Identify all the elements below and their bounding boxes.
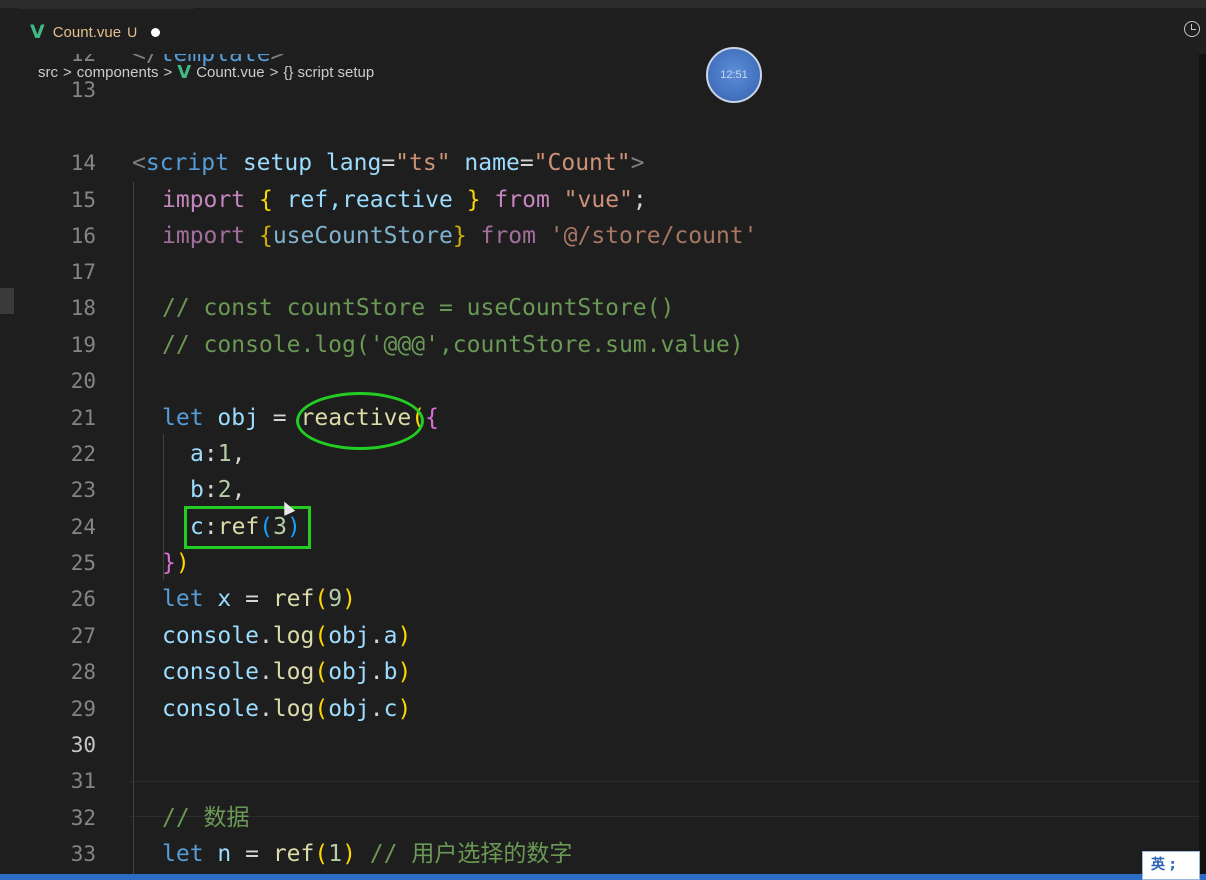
code-text: }) — [162, 550, 190, 576]
code-line: 32 // 数据 — [0, 800, 1199, 836]
code-line-active: 30 — [0, 727, 1199, 763]
code-line: 14 <script setup lang="ts" name="Count"> — [0, 145, 1199, 181]
line-number: 23 — [70, 478, 96, 502]
code-text: <script setup lang="ts" name="Count"> — [132, 150, 645, 176]
breadcrumb-file[interactable]: Count.vue — [196, 64, 264, 81]
code-line: 27 console.log(obj.a) — [0, 618, 1199, 654]
code-line: 33 let n = ref(1) // 用户选择的数字 — [0, 836, 1199, 872]
code-text: console.log(obj.b) — [162, 659, 412, 685]
line-number: 31 — [70, 769, 96, 793]
annotation-circle-reactive — [296, 392, 424, 450]
code-comment: // console.log('@@@',countStore.sum.valu… — [162, 332, 744, 358]
code-text: let x = ref(9) — [162, 586, 356, 612]
code-line: 25 }) — [0, 545, 1199, 581]
line-number: 29 — [70, 697, 96, 721]
code-line: 24 c:ref(3) — [0, 509, 1199, 545]
code-line: 26 let x = ref(9) — [0, 581, 1199, 617]
line-number: 16 — [70, 224, 96, 248]
line-number: 17 — [70, 260, 96, 284]
code-editor[interactable]: 12 </template> 13 14 <script setup lang=… — [0, 54, 1199, 874]
breadcrumb-separator: > — [269, 63, 279, 81]
line-number: 22 — [70, 442, 96, 466]
line-number: 27 — [70, 624, 96, 648]
code-text: let n = ref(1) // 用户选择的数字 — [162, 841, 573, 867]
status-bar — [0, 874, 1206, 880]
code-line: 15 import { ref,reactive } from "vue"; — [0, 182, 1199, 218]
clock-overlay: 12:51 — [706, 47, 762, 103]
line-number-active: 30 — [70, 733, 96, 757]
line-number: 20 — [70, 369, 96, 393]
vertical-scrollbar[interactable] — [1199, 54, 1206, 874]
code-text: console.log(obj.c) — [162, 696, 412, 722]
breadcrumb-components[interactable]: components — [77, 64, 159, 81]
code-line: 28 console.log(obj.b) — [0, 654, 1199, 690]
code-line: 17 — [0, 254, 1199, 290]
code-line: 18 // const countStore = useCountStore() — [0, 290, 1199, 326]
line-number: 18 — [70, 296, 96, 320]
breadcrumb-separator: > — [163, 63, 173, 81]
ime-indicator[interactable]: 英 ; — [1142, 851, 1200, 880]
code-text: console.log(obj.a) — [162, 623, 412, 649]
line-number: 24 — [70, 515, 96, 539]
line-number: 33 — [70, 842, 96, 866]
code-comment: // const countStore = useCountStore() — [162, 295, 675, 321]
line-number: 15 — [70, 188, 96, 212]
vue-file-icon: V — [177, 61, 192, 83]
breadcrumb: src > components > V Count.vue > {} scri… — [38, 60, 374, 84]
code-line: 21 let obj = reactive({ — [0, 400, 1199, 436]
line-number: 25 — [70, 551, 96, 575]
line-number: 14 — [70, 151, 96, 175]
unsaved-dot-icon[interactable] — [151, 27, 161, 37]
line-number: 26 — [70, 587, 96, 611]
code-text: b:2, — [190, 477, 246, 503]
breadcrumb-separator: > — [63, 63, 72, 81]
code-text: a:1, — [190, 441, 246, 467]
timeline-history-icon[interactable] — [1184, 21, 1200, 37]
breadcrumb-symbol[interactable]: {} script setup — [283, 64, 374, 81]
line-number: 19 — [70, 333, 96, 357]
breadcrumb-src[interactable]: src — [38, 64, 58, 81]
code-line: 16 import {useCountStore} from '@/store/… — [0, 218, 1199, 254]
tab-filename: Count.vue — [52, 23, 122, 41]
tab-count-vue[interactable]: V Count.vue U — [18, 8, 194, 55]
tab-git-status: U — [127, 24, 138, 40]
code-line: 29 console.log(obj.c) — [0, 691, 1199, 727]
annotation-box-ref — [184, 506, 311, 549]
code-line: 20 — [0, 363, 1199, 399]
code-comment: // 数据 — [162, 805, 250, 831]
line-number: 32 — [70, 806, 96, 830]
window-top-strip — [0, 0, 1206, 8]
line-number: 28 — [70, 660, 96, 684]
code-line: 22 a:1, — [0, 436, 1199, 472]
code-text: import {useCountStore} from '@/store/cou… — [162, 223, 758, 249]
code-line: 23 b:2, — [0, 472, 1199, 508]
vue-logo-icon: V — [30, 21, 45, 43]
code-line: 31 — [0, 763, 1199, 799]
line-number: 21 — [70, 406, 96, 430]
code-line: 19 // console.log('@@@',countStore.sum.v… — [0, 327, 1199, 363]
editor-tab-bar: V Count.vue U — [0, 8, 1206, 55]
code-text: import { ref,reactive } from "vue"; — [162, 187, 647, 213]
